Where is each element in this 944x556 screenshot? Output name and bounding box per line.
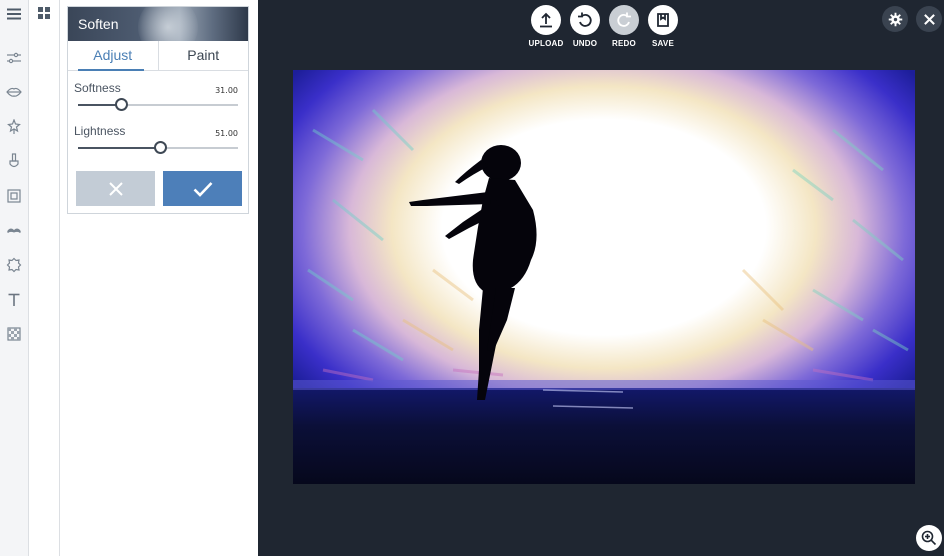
- upload-icon[interactable]: [531, 5, 561, 35]
- apply-button[interactable]: [163, 171, 242, 206]
- redo-label: REDO: [612, 39, 636, 48]
- photo-canvas[interactable]: [293, 70, 915, 484]
- x-icon: [108, 181, 123, 196]
- lightness-fill: [78, 147, 160, 149]
- lips-icon[interactable]: [3, 81, 25, 103]
- text-icon[interactable]: [3, 289, 25, 311]
- save-label: SAVE: [652, 39, 674, 48]
- gear-icon: [888, 12, 902, 26]
- undo-button[interactable]: UNDO: [567, 5, 603, 48]
- editor-canvas: UPLOAD UNDO REDO SAVE: [258, 0, 944, 556]
- softness-handle[interactable]: [115, 98, 129, 111]
- redo-button[interactable]: REDO: [606, 5, 642, 48]
- edited-photo: [293, 70, 915, 484]
- zoom-in-icon: [921, 530, 937, 546]
- panel-title: Soften: [78, 16, 119, 32]
- redo-icon[interactable]: [609, 5, 639, 35]
- lightness-value: 51.00: [215, 129, 238, 138]
- softness-label: Softness: [74, 81, 121, 95]
- upload-label: UPLOAD: [528, 39, 564, 48]
- soften-card: Soften Adjust Paint Softness 31.00 Light…: [67, 6, 249, 214]
- save-icon[interactable]: [648, 5, 678, 35]
- softness-slider-row: Softness 31.00: [68, 71, 248, 114]
- lightness-slider[interactable]: [78, 141, 238, 154]
- undo-icon[interactable]: [570, 5, 600, 35]
- softness-value: 31.00: [215, 86, 238, 95]
- lightness-label: Lightness: [74, 124, 126, 138]
- sliders-icon[interactable]: [3, 47, 25, 69]
- checkmark-icon: [193, 181, 212, 197]
- zoom-button[interactable]: [916, 525, 942, 551]
- sticker-icon[interactable]: [3, 254, 25, 276]
- texture-icon[interactable]: [3, 323, 25, 345]
- secondary-column: [29, 0, 60, 556]
- settings-button[interactable]: [882, 6, 908, 32]
- panel-tabs: Adjust Paint: [68, 41, 248, 71]
- lightness-slider-row: Lightness 51.00: [68, 114, 248, 157]
- tool-panel: Soften Adjust Paint Softness 31.00 Light…: [60, 0, 258, 556]
- softness-slider[interactable]: [78, 98, 238, 111]
- lightness-handle[interactable]: [153, 141, 167, 154]
- menu-icon[interactable]: [3, 3, 25, 25]
- panel-actions: [76, 171, 242, 206]
- panel-header: Soften: [68, 7, 248, 41]
- tab-paint[interactable]: Paint: [157, 41, 249, 70]
- magic-wand-icon[interactable]: [3, 116, 25, 138]
- frame-icon[interactable]: [3, 185, 25, 207]
- grid-icon[interactable]: [35, 4, 53, 22]
- cancel-button[interactable]: [76, 171, 155, 206]
- undo-label: UNDO: [572, 39, 598, 48]
- brush-icon[interactable]: [3, 150, 25, 172]
- tab-adjust[interactable]: Adjust: [68, 41, 158, 71]
- mustache-icon[interactable]: [3, 220, 25, 242]
- save-button[interactable]: SAVE: [645, 5, 681, 48]
- close-button[interactable]: [916, 6, 942, 32]
- upload-button[interactable]: UPLOAD: [528, 5, 564, 48]
- tool-rail: [0, 0, 29, 556]
- close-icon: [923, 13, 935, 25]
